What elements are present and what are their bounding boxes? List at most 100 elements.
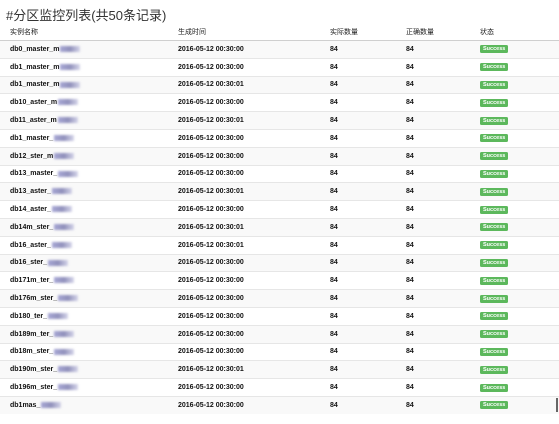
generated-time-cell: 2016-05-12 00:30:00 [168,378,320,397]
redacted-name-blur [54,330,75,337]
instance-name-text: db1_master_m [10,81,60,89]
redacted-name-blur [51,241,72,248]
status-badge: Success [480,45,509,54]
instance-name-cell: db0_master_m [0,40,168,59]
generated-time-cell: 2016-05-12 00:30:00 [168,93,320,112]
redacted-name-blur [54,277,75,284]
partition-monitor-table: 实例名称 生成时间 实际数量 正确数量 状态 db0_master_m 2016-… [0,24,559,414]
status-cell: Success [470,306,559,326]
actual-count-cell: 84 [320,360,396,379]
status-badge: Success [480,116,509,125]
instance-name-cell: db1mas_ [0,395,168,414]
generated-time-cell: 2016-05-12 00:30:00 [168,40,320,59]
instance-name-text: db11_aster_m [10,117,57,125]
actual-count-cell: 84 [320,289,396,308]
instance-name-text: db12_ster_m [10,152,54,160]
correct-count-cell: 84 [396,271,470,290]
instance-name-text: db16_ster_ [10,259,47,267]
status-badge: Success [480,134,509,143]
actual-count-cell: 84 [320,200,396,219]
table-row: db171m_ter_ 2016-05-12 00:30:00 84 84 Succes… [0,271,559,290]
instance-name-cell: db16_ster_ [0,253,168,272]
instance-name-cell: db1_master_m [0,75,168,94]
redacted-name-blur [60,46,81,53]
redacted-name-blur [51,206,72,213]
actual-count-cell: 84 [320,217,396,237]
actual-count-cell: 84 [320,324,396,344]
status-cell: Success [470,271,559,290]
status-cell: Success [470,93,559,112]
redacted-name-blur [58,295,79,302]
correct-count-cell: 84 [396,306,470,326]
status-badge: Success [480,383,509,392]
correct-count-cell: 84 [396,200,470,219]
status-cell: Success [470,57,559,77]
instance-name-cell: db13_master_ [0,164,168,183]
generated-time-cell: 2016-05-12 00:30:00 [168,128,320,148]
instance-name-text: db13_master_ [10,170,58,178]
scrollbar-handle[interactable] [556,398,558,412]
correct-count-cell: 84 [396,128,470,148]
table-row: db13_master_ 2016-05-12 00:30:00 84 84 Succe… [0,164,559,183]
status-cell: Success [470,111,559,130]
instance-name-cell: db13_aster_ [0,182,168,201]
table-row: db1_master_ 2016-05-12 00:30:00 84 84 Succes… [0,128,559,148]
instance-name-text: db14m_ster_ [10,223,54,231]
instance-name-text: db1mas_ [10,401,41,409]
table-row: db13_aster_ 2016-05-12 00:30:01 84 84 Succes… [0,182,559,201]
table-row: db190m_ster_ 2016-05-12 00:30:01 84 84 Succe… [0,360,559,379]
redacted-name-blur [54,224,75,231]
actual-count-cell: 84 [320,40,396,59]
generated-time-cell: 2016-05-12 00:30:01 [168,217,320,237]
correct-count-cell: 84 [396,164,470,183]
actual-count-cell: 84 [320,164,396,183]
status-cell: Success [470,253,559,272]
correct-count-cell: 84 [396,360,470,379]
correct-count-cell: 84 [396,253,470,272]
actual-count-cell: 84 [320,75,396,94]
generated-time-cell: 2016-05-12 00:30:00 [168,395,320,414]
instance-name-cell: db16_aster_ [0,235,168,255]
generated-time-cell: 2016-05-12 00:30:00 [168,289,320,308]
redacted-name-blur [60,63,81,70]
table-row: db14_aster_ 2016-05-12 00:30:00 84 84 Succes… [0,200,559,219]
correct-count-cell: 84 [396,378,470,397]
instance-name-cell: db1_master_m [0,57,168,77]
actual-count-cell: 84 [320,128,396,148]
status-cell: Success [470,200,559,219]
column-header-status: 状态 [470,24,559,41]
correct-count-cell: 84 [396,111,470,130]
generated-time-cell: 2016-05-12 00:30:00 [168,306,320,326]
actual-count-cell: 84 [320,306,396,326]
instance-name-cell: db196m_ster_ [0,378,168,397]
instance-name-text: db171m_ter_ [10,277,54,285]
status-badge: Success [480,63,509,72]
actual-count-cell: 84 [320,182,396,201]
status-cell: Success [470,360,559,379]
correct-count-cell: 84 [396,57,470,77]
status-badge: Success [480,347,509,356]
instance-name-cell: db180_ter_ [0,306,168,326]
column-header-correct-count: 正确数量 [396,24,470,41]
actual-count-cell: 84 [320,253,396,272]
status-cell: Success [470,324,559,344]
instance-name-cell: db1_master_ [0,128,168,148]
actual-count-cell: 84 [320,342,396,361]
table-row: db189m_ter_ 2016-05-12 00:30:00 84 84 Succes… [0,324,559,344]
column-header-generated-time: 生成时间 [168,24,320,41]
status-cell: Success [470,342,559,361]
status-badge: Success [480,205,509,214]
generated-time-cell: 2016-05-12 00:30:00 [168,146,320,166]
instance-name-text: db196m_ster_ [10,384,58,392]
status-badge: Success [480,80,509,89]
correct-count-cell: 84 [396,217,470,237]
table-header-row: 实例名称 生成时间 实际数量 正确数量 状态 [0,24,559,41]
status-cell: Success [470,182,559,201]
instance-name-text: db180_ter_ [10,312,47,320]
table-row: db12_ster_m 2016-05-12 00:30:00 84 84 Succes… [0,146,559,166]
table-row: db16_ster_ 2016-05-12 00:30:00 84 84 Success [0,253,559,272]
generated-time-cell: 2016-05-12 00:30:01 [168,235,320,255]
correct-count-cell: 84 [396,235,470,255]
actual-count-cell: 84 [320,395,396,414]
status-badge: Success [480,152,509,161]
